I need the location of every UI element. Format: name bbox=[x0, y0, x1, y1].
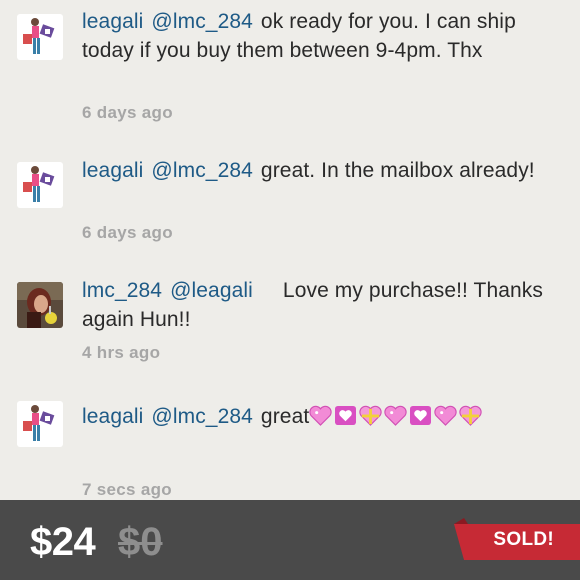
listing-price: $24 bbox=[30, 520, 96, 564]
original-price: $0 bbox=[118, 520, 163, 564]
comment-username[interactable]: leagali bbox=[82, 405, 143, 428]
heart-box-icon bbox=[410, 405, 432, 426]
comment-mention[interactable]: @leagali bbox=[170, 279, 253, 302]
comment-timestamp: 7 secs ago bbox=[82, 480, 172, 499]
comment-feed[interactable]: leagali @lmc_284 ok ready for you. I can s… bbox=[0, 0, 580, 500]
comment-timestamp: 6 days ago bbox=[82, 103, 173, 122]
comment-text: ok ready for you. I can ship today if yo… bbox=[82, 10, 516, 62]
sold-badge: SOLD! bbox=[493, 529, 554, 550]
comment-username[interactable]: leagali bbox=[82, 10, 143, 33]
sparkling-heart-icon bbox=[309, 405, 332, 426]
heart-box-icon bbox=[335, 405, 357, 426]
comment-username[interactable]: leagali bbox=[82, 159, 143, 182]
comment-timestamp: 4 hrs ago bbox=[82, 343, 161, 362]
emoji-row bbox=[309, 405, 484, 428]
comment-text: great. In the mailbox already! bbox=[260, 159, 535, 182]
avatar-leagali[interactable] bbox=[17, 162, 63, 208]
avatar-leagali[interactable] bbox=[17, 401, 63, 447]
gift-heart-icon bbox=[359, 405, 382, 426]
avatar-lmc-284[interactable] bbox=[17, 282, 63, 328]
listing-footer: $24 $0 SOLD! bbox=[0, 500, 580, 580]
comment-mention[interactable]: @lmc_284 bbox=[151, 159, 253, 182]
gift-heart-icon bbox=[459, 405, 482, 426]
sparkling-heart-icon bbox=[434, 405, 457, 426]
comment-timestamp: 6 days ago bbox=[82, 223, 173, 242]
comment-username[interactable]: lmc_284 bbox=[82, 279, 162, 302]
comment-mention[interactable]: @lmc_284 bbox=[151, 10, 253, 33]
sparkling-heart-icon bbox=[384, 405, 407, 426]
comment-text: great bbox=[260, 405, 310, 428]
comment-mention[interactable]: @lmc_284 bbox=[151, 405, 253, 428]
avatar-leagali[interactable] bbox=[17, 14, 63, 60]
